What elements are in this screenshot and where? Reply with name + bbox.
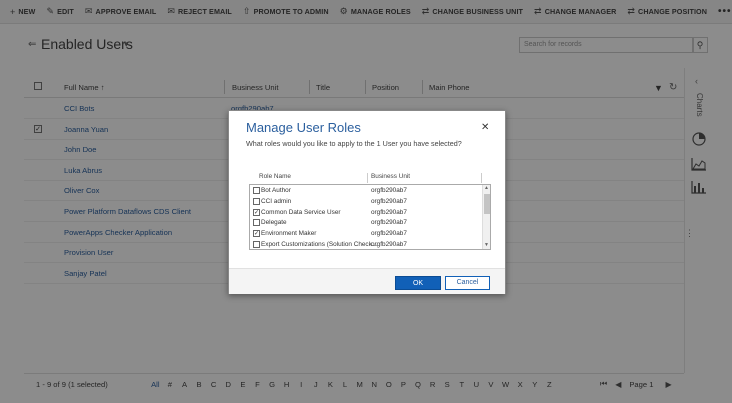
roles-list: Bot Author orgfb290ab7 CCI admin orgfb290ab… [249,184,491,250]
role-name: Environment Maker [261,230,317,238]
col-divider [481,173,482,183]
role-checkbox[interactable]: ✓ [253,230,260,238]
role-row[interactable]: ✓ Environment Maker orgfb290ab7 [250,228,482,239]
role-row[interactable]: Export Customizations (Solution Check...… [250,239,482,249]
dialog-subtitle: What roles would you like to apply to th… [246,139,462,148]
role-checkbox[interactable] [253,187,260,194]
role-business-unit: orgfb290ab7 [371,187,407,194]
role-checkbox[interactable] [253,197,260,205]
manage-roles-dialog: Manage User Roles ✕ What roles would you… [228,110,506,294]
role-name: Delegate [261,219,287,227]
role-checkbox[interactable]: ✓ [253,208,260,216]
roles-scrollbar[interactable]: ▲ ▼ [482,185,490,249]
role-business-unit: orgfb290ab7 [371,230,407,238]
dialog-footer: OK Cancel [229,268,505,294]
role-name: Bot Author [261,187,291,194]
role-business-unit: orgfb290ab7 [371,208,407,216]
role-row[interactable]: Bot Author orgfb290ab7 [250,185,482,196]
cancel-button[interactable]: Cancel [445,276,490,290]
role-row[interactable]: CCI admin orgfb290ab7 [250,196,482,207]
role-checkbox[interactable] [253,241,260,248]
role-name: CCI admin [261,197,292,205]
scroll-thumb[interactable] [484,194,490,214]
role-checkbox[interactable] [253,219,260,227]
col-role-business-unit: Business Unit [371,173,411,180]
ok-button[interactable]: OK [395,276,441,290]
role-row[interactable]: ✓ Common Data Service User orgfb290ab7 [250,207,482,218]
dialog-title: Manage User Roles [246,120,361,135]
col-role-name: Role Name [259,173,291,180]
role-business-unit: orgfb290ab7 [371,219,407,227]
role-row[interactable]: Delegate orgfb290ab7 [250,217,482,228]
role-name: Common Data Service User [261,208,341,216]
scroll-up-icon[interactable]: ▲ [484,185,489,191]
scroll-down-icon[interactable]: ▼ [484,242,489,248]
col-divider [367,173,368,183]
role-name: Export Customizations (Solution Check... [261,241,378,248]
close-icon[interactable]: ✕ [481,122,489,133]
role-business-unit: orgfb290ab7 [371,241,407,248]
role-business-unit: orgfb290ab7 [371,197,407,205]
